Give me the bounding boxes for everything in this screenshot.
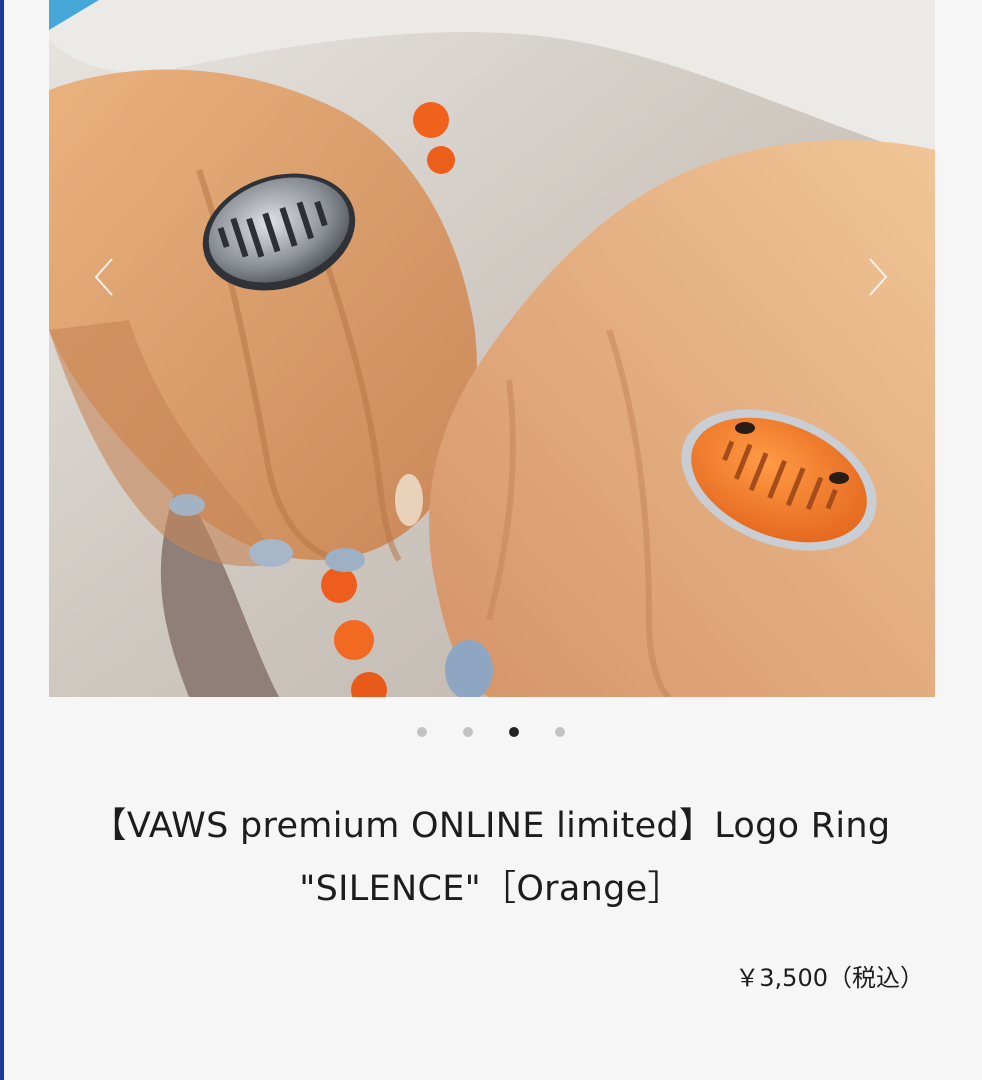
chevron-left-icon xyxy=(94,258,113,296)
carousel-prev-button[interactable] xyxy=(86,255,126,299)
carousel-dot-2[interactable] xyxy=(463,727,473,737)
carousel-dot-4[interactable] xyxy=(555,727,565,737)
carousel-next-button[interactable] xyxy=(856,255,896,299)
product-photo xyxy=(49,0,935,697)
product-image-carousel[interactable] xyxy=(49,0,935,697)
carousel-dot-1[interactable] xyxy=(417,727,427,737)
left-edge-bar xyxy=(0,0,4,1080)
chevron-right-icon xyxy=(869,258,888,296)
carousel-dot-3[interactable] xyxy=(509,727,519,737)
carousel-pagination xyxy=(0,727,982,739)
product-title: 【VAWS premium ONLINE limited】Logo Ring "… xyxy=(91,806,891,909)
product-price: ￥3,500（税込） xyxy=(735,964,924,992)
